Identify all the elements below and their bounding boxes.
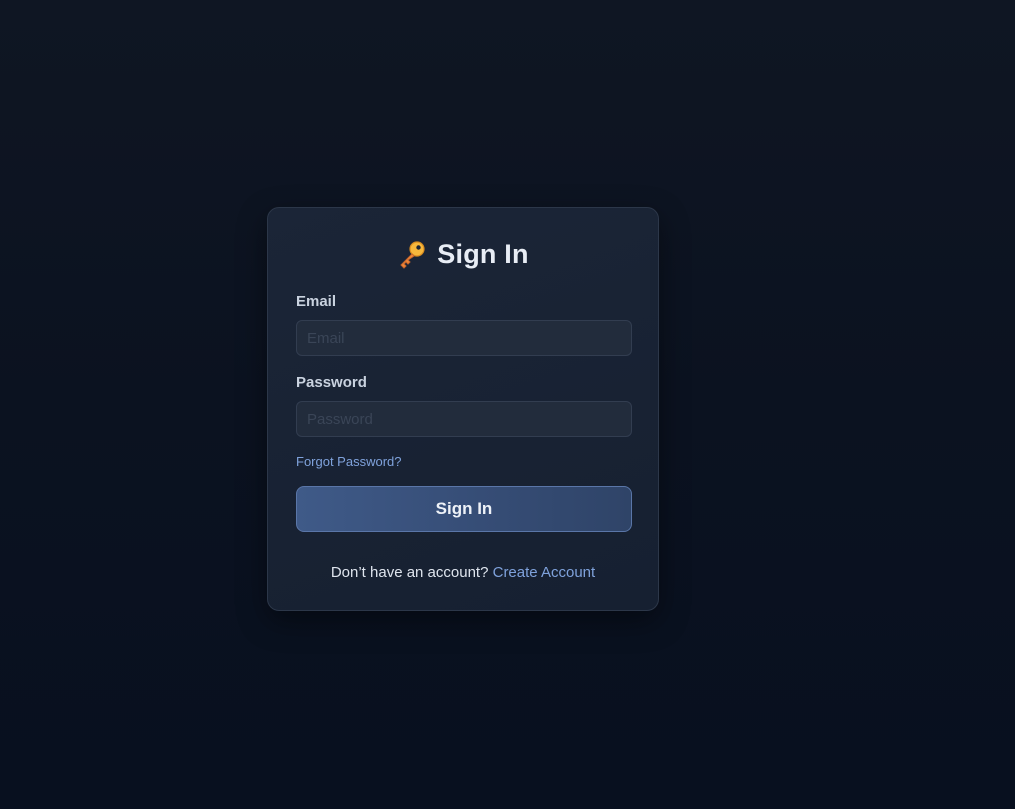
forgot-password-link[interactable]: Forgot Password? <box>296 454 402 469</box>
key-icon <box>397 239 427 269</box>
email-label: Email <box>296 293 337 310</box>
sign-in-button[interactable]: Sign In <box>296 486 632 532</box>
create-account-link[interactable]: Create Account <box>493 564 596 581</box>
sign-in-card: Sign In Email Password Forgot Password? … <box>267 207 659 611</box>
password-field[interactable] <box>296 401 632 437</box>
footer-text: Don’t have an account? <box>330 564 493 581</box>
password-label: Password <box>296 374 367 391</box>
page-title: Sign In <box>437 238 529 269</box>
title-row: Sign In <box>268 238 658 270</box>
create-account-prompt: Don’t have an account? Create Account <box>268 564 658 581</box>
email-field[interactable] <box>296 320 632 356</box>
